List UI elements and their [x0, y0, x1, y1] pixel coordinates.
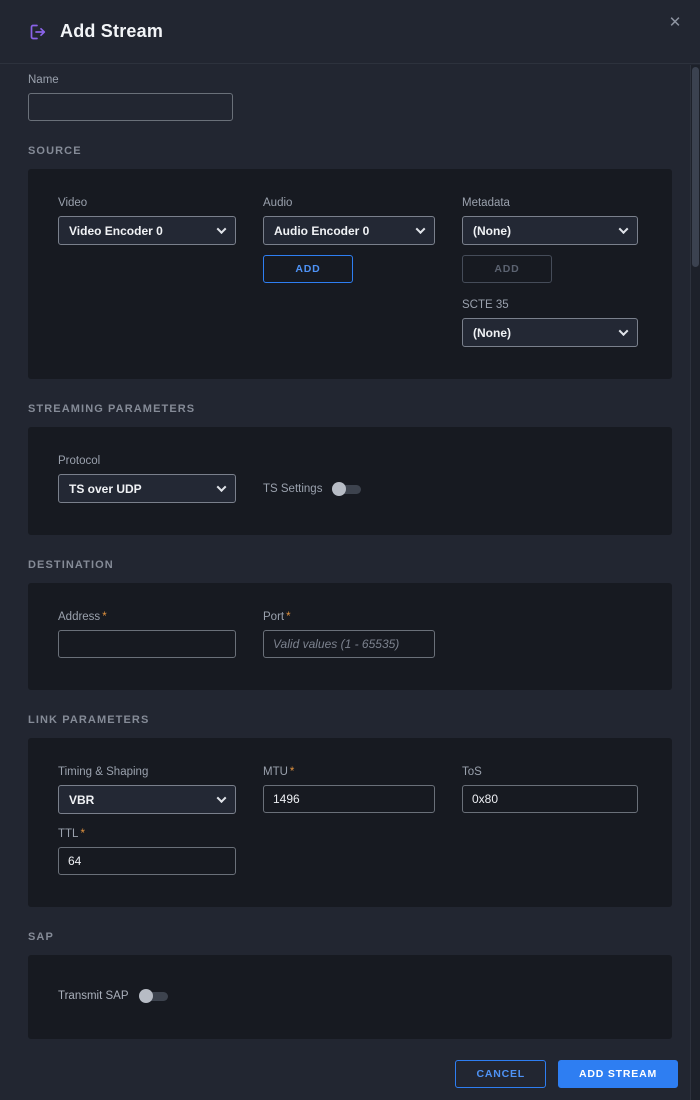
protocol-select-value: TS over UDP: [69, 482, 142, 496]
port-label: Port*: [263, 611, 435, 624]
page-title: Add Stream: [60, 21, 163, 42]
timing-shaping-select-value: VBR: [69, 793, 94, 807]
chevron-down-icon: [416, 224, 426, 234]
audio-select[interactable]: Audio Encoder 0: [263, 216, 435, 245]
protocol-field: Protocol TS over UDP: [58, 455, 236, 503]
protocol-select[interactable]: TS over UDP: [58, 474, 236, 503]
ttl-input[interactable]: [58, 847, 236, 875]
tos-label: ToS: [462, 766, 638, 779]
source-section-header: SOURCE: [28, 145, 672, 157]
metadata-select[interactable]: (None): [462, 216, 638, 245]
transmit-sap-row: Transmit SAP: [58, 989, 642, 1003]
metadata-select-value: (None): [473, 224, 511, 238]
mtu-field: MTU*: [263, 766, 435, 814]
scrollbar-thumb[interactable]: [692, 67, 699, 267]
scte35-select-value: (None): [473, 326, 511, 340]
address-input[interactable]: [58, 630, 236, 658]
audio-field: Audio Audio Encoder 0 ADD: [263, 197, 435, 347]
add-audio-button[interactable]: ADD: [263, 255, 353, 283]
name-label: Name: [28, 74, 672, 87]
mtu-label: MTU*: [263, 766, 435, 779]
metadata-field: Metadata (None) ADD SCTE 35 (None): [462, 197, 638, 347]
tos-input[interactable]: [462, 785, 638, 813]
link-parameters-panel: Timing & Shaping VBR MTU* ToS: [28, 738, 672, 907]
dialog-content: Name SOURCE Video Video Encoder 0: [0, 74, 700, 1039]
ts-settings-row: TS Settings: [263, 474, 435, 503]
ttl-label: TTL*: [58, 828, 236, 841]
add-metadata-button: ADD: [462, 255, 552, 283]
toggle-knob: [139, 989, 153, 1003]
required-marker: *: [290, 766, 294, 778]
destination-panel: Address* Port*: [28, 583, 672, 690]
protocol-label: Protocol: [58, 455, 236, 468]
dialog-header: Add Stream ✕: [0, 0, 700, 64]
video-field: Video Video Encoder 0: [58, 197, 236, 347]
ttl-field: TTL*: [58, 828, 236, 875]
video-select-value: Video Encoder 0: [69, 224, 163, 238]
dialog-footer: CANCEL ADD STREAM: [455, 1060, 678, 1088]
chevron-down-icon: [217, 482, 227, 492]
ts-settings-toggle[interactable]: [332, 482, 362, 496]
transmit-sap-label: Transmit SAP: [58, 990, 129, 1002]
name-input[interactable]: [28, 93, 233, 121]
chevron-down-icon: [619, 326, 629, 336]
audio-select-value: Audio Encoder 0: [274, 224, 369, 238]
streaming-parameters-section-header: STREAMING PARAMETERS: [28, 403, 672, 415]
add-stream-dialog: Add Stream ✕ Name SOURCE Video Video Enc…: [0, 0, 700, 1100]
close-icon[interactable]: ✕: [664, 12, 686, 34]
audio-label: Audio: [263, 197, 435, 210]
scte35-label: SCTE 35: [462, 299, 638, 312]
transmit-sap-toggle[interactable]: [139, 989, 169, 1003]
port-input[interactable]: [263, 630, 435, 658]
chevron-down-icon: [217, 224, 227, 234]
add-stream-icon: [28, 22, 48, 42]
add-stream-button[interactable]: ADD STREAM: [558, 1060, 678, 1088]
timing-shaping-field: Timing & Shaping VBR: [58, 766, 236, 814]
timing-shaping-label: Timing & Shaping: [58, 766, 236, 779]
required-marker: *: [286, 611, 290, 623]
link-parameters-section-header: LINK PARAMETERS: [28, 714, 672, 726]
port-field: Port*: [263, 611, 435, 658]
sap-panel: Transmit SAP: [28, 955, 672, 1039]
source-panel: Video Video Encoder 0 Audio Audio Encode…: [28, 169, 672, 379]
ts-settings-label: TS Settings: [263, 483, 322, 495]
sap-section-header: SAP: [28, 931, 672, 943]
timing-shaping-select[interactable]: VBR: [58, 785, 236, 814]
chevron-down-icon: [619, 224, 629, 234]
address-field: Address*: [58, 611, 236, 658]
required-marker: *: [80, 828, 84, 840]
scte35-select[interactable]: (None): [462, 318, 638, 347]
cancel-button[interactable]: CANCEL: [455, 1060, 546, 1088]
video-label: Video: [58, 197, 236, 210]
required-marker: *: [102, 611, 106, 623]
mtu-input[interactable]: [263, 785, 435, 813]
toggle-knob: [332, 482, 346, 496]
video-select[interactable]: Video Encoder 0: [58, 216, 236, 245]
destination-section-header: DESTINATION: [28, 559, 672, 571]
address-label: Address*: [58, 611, 236, 624]
tos-field: ToS: [462, 766, 638, 814]
streaming-parameters-panel: Protocol TS over UDP TS Settings: [28, 427, 672, 535]
scrollbar-track[interactable]: [690, 65, 700, 1100]
metadata-label: Metadata: [462, 197, 638, 210]
chevron-down-icon: [217, 793, 227, 803]
